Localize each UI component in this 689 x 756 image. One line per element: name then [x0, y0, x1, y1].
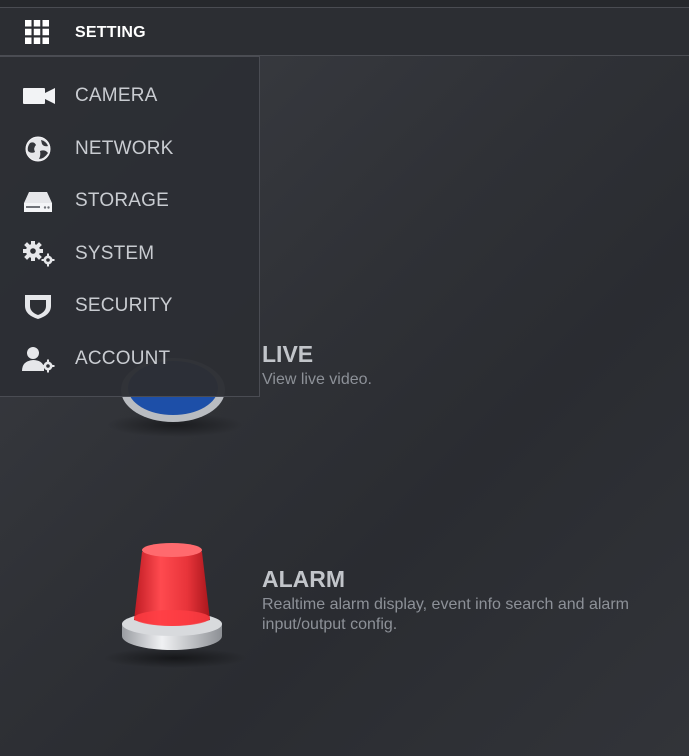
tile-live[interactable]: LIVE View live video. — [262, 340, 372, 390]
menu-item-label: NETWORK — [75, 138, 174, 159]
page-title[interactable]: SETTING — [75, 24, 146, 42]
menu-item-label: ACCOUNT — [75, 348, 171, 369]
shield-icon — [25, 295, 51, 319]
tile-live-title: LIVE — [262, 341, 314, 367]
window-top-border — [0, 0, 689, 8]
grid-icon[interactable] — [25, 20, 49, 44]
tile-alarm[interactable]: ALARM Realtime alarm display, event info… — [262, 565, 642, 635]
gears-icon — [23, 241, 55, 267]
storage-icon — [24, 192, 52, 212]
menu-item-security[interactable]: SECURITY — [0, 280, 258, 332]
menu-item-account[interactable]: ACCOUNT — [0, 333, 258, 385]
tile-alarm-description: Realtime alarm display, event info searc… — [262, 596, 629, 633]
alarm-siren-icon[interactable] — [100, 540, 250, 670]
menu-item-label: SECURITY — [75, 295, 173, 316]
camera-icon — [23, 88, 55, 104]
menu-item-label: SYSTEM — [75, 243, 155, 264]
menu-item-storage[interactable]: STORAGE — [0, 175, 258, 227]
tile-alarm-title: ALARM — [262, 566, 346, 592]
menu-item-label: CAMERA — [75, 85, 158, 106]
setting-dropdown-menu: CAMERA NETWORK STORAGE SYSTEM SECURITY A… — [0, 56, 260, 397]
user-gear-icon — [22, 347, 55, 373]
network-icon — [25, 136, 51, 162]
menu-item-network[interactable]: NETWORK — [0, 123, 258, 175]
tile-live-description: View live video. — [262, 371, 372, 388]
menu-item-camera[interactable]: CAMERA — [0, 70, 258, 122]
header-bar: SETTING — [0, 8, 689, 56]
menu-item-system[interactable]: SYSTEM — [0, 228, 258, 280]
menu-item-label: STORAGE — [75, 190, 169, 211]
